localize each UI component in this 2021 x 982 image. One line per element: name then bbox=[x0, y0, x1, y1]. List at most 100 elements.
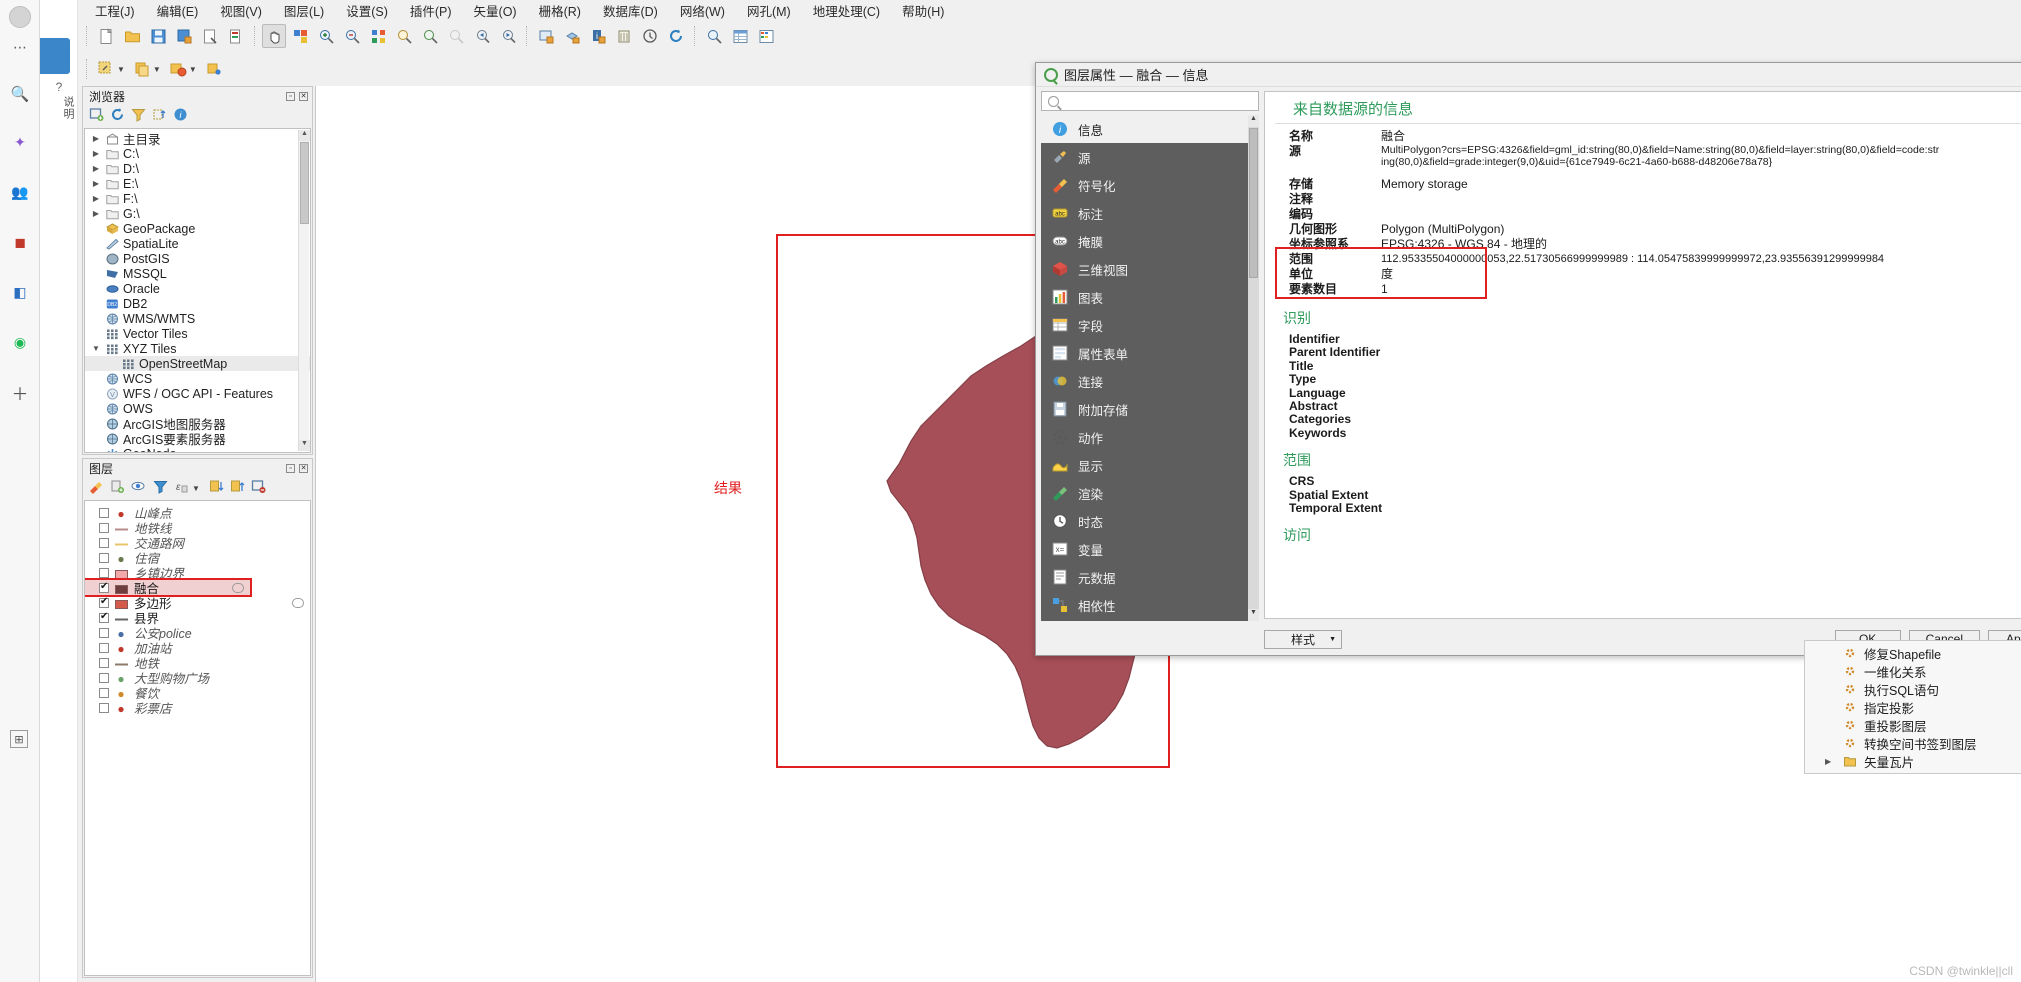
layer-row-1[interactable]: 地铁线 bbox=[85, 520, 310, 536]
layer-visibility-checkbox[interactable] bbox=[99, 596, 109, 608]
menu-project[interactable]: 工程(J) bbox=[84, 0, 146, 22]
chevron-down-icon-2[interactable]: ▼ bbox=[153, 65, 161, 74]
statistical-summary-icon[interactable] bbox=[754, 24, 778, 48]
layer-row-2[interactable]: 交通路网 bbox=[85, 535, 310, 551]
layers-list[interactable]: 山峰点地铁线交通路网住宿乡镇边界融合多边形县界公安police加油站地铁大型购物… bbox=[85, 501, 310, 716]
browser-item-2[interactable]: ▶ D:\ bbox=[85, 161, 310, 176]
context-menu-item-5[interactable]: 转换空间书签到图层 bbox=[1805, 734, 2021, 752]
dialog-nav-item-3[interactable]: abc 标注 bbox=[1041, 199, 1259, 227]
layer-row-6[interactable]: 多边形 bbox=[85, 595, 310, 611]
chevron-right-icon[interactable]: ▶ bbox=[91, 164, 101, 173]
chevron-down-icon-legend[interactable]: ▼ bbox=[192, 484, 200, 493]
open-attribute-table-icon[interactable] bbox=[728, 24, 752, 48]
filter-legend-by-expression-icon[interactable]: ε bbox=[174, 479, 189, 497]
layer-row-7[interactable]: 县界 bbox=[85, 610, 310, 626]
browser-scrollbar[interactable]: ▲ ▼ bbox=[298, 130, 310, 451]
browser-item-17[interactable]: ▶VWFS / OGC API - Features bbox=[85, 386, 310, 401]
layer-visibility-checkbox[interactable] bbox=[99, 702, 109, 713]
contacts-icon[interactable]: 👥 bbox=[0, 172, 40, 212]
layer-visibility-checkbox[interactable] bbox=[99, 672, 109, 683]
zoom-in-icon[interactable] bbox=[314, 24, 338, 48]
dialog-nav-item-11[interactable]: 动作 bbox=[1041, 423, 1259, 451]
layer-row-4[interactable]: 乡镇边界 bbox=[85, 565, 310, 581]
layer-visibility-checkbox[interactable] bbox=[99, 642, 109, 653]
layer-row-12[interactable]: 餐饮 bbox=[85, 685, 310, 701]
layer-row-8[interactable]: 公安police bbox=[85, 625, 310, 641]
layer-row-13[interactable]: 彩票店 bbox=[85, 700, 310, 716]
identify-features-icon[interactable]: i bbox=[586, 24, 610, 48]
zoom-next-icon[interactable] bbox=[496, 24, 520, 48]
manage-visibility-icon[interactable] bbox=[131, 479, 147, 497]
search-input[interactable] bbox=[1065, 93, 1245, 109]
user-avatar[interactable] bbox=[0, 0, 40, 34]
browser-item-0[interactable]: ▶ 主目录 bbox=[85, 131, 310, 147]
open-layer-styling-icon[interactable] bbox=[89, 479, 104, 497]
chevron-down-icon[interactable]: ▼ bbox=[91, 344, 101, 353]
context-menu-item-3[interactable]: 指定投影 bbox=[1805, 698, 2021, 716]
context-menu-item-0[interactable]: 修复Shapefile bbox=[1805, 644, 2021, 662]
browser-item-3[interactable]: ▶ E:\ bbox=[85, 176, 310, 191]
pan-map-icon[interactable] bbox=[262, 24, 286, 48]
menu-processing[interactable]: 地理处理(C) bbox=[802, 0, 891, 22]
browser-item-7[interactable]: ▶SpatiaLite bbox=[85, 236, 310, 251]
new-shapefile-layer-icon[interactable] bbox=[94, 57, 118, 81]
outlook-icon[interactable]: ◧ bbox=[0, 272, 40, 312]
zoom-to-layer-icon[interactable] bbox=[418, 24, 442, 48]
browser-panel-float-button[interactable]: ▫ bbox=[286, 91, 295, 101]
context-menu-item-4[interactable]: 重投影图层 bbox=[1805, 716, 2021, 734]
side-tab-accent[interactable] bbox=[40, 38, 70, 74]
sparkle-icon[interactable]: ✦ bbox=[0, 122, 40, 162]
dialog-nav-item-15[interactable]: x= 变量 bbox=[1041, 535, 1259, 563]
menu-mesh[interactable]: 网孔(M) bbox=[736, 0, 802, 22]
browser-item-10[interactable]: ▶Oracle bbox=[85, 281, 310, 296]
chevron-right-icon[interactable]: ▶ bbox=[91, 209, 101, 218]
browser-item-13[interactable]: ▶Vector Tiles bbox=[85, 326, 310, 341]
refresh-map-icon[interactable] bbox=[664, 24, 688, 48]
add-icon[interactable]: ＋ bbox=[0, 372, 40, 412]
browser-item-1[interactable]: ▶ C:\ bbox=[85, 146, 310, 161]
dialog-search-box[interactable] bbox=[1041, 91, 1259, 111]
dialog-nav-item-9[interactable]: 连接 bbox=[1041, 367, 1259, 395]
duplicate-layer-icon[interactable] bbox=[130, 57, 154, 81]
browser-item-16[interactable]: ▶WCS bbox=[85, 371, 310, 386]
music-icon[interactable]: ◉ bbox=[0, 322, 40, 362]
select-features-icon[interactable] bbox=[702, 24, 726, 48]
chevron-right-icon[interactable]: ▶ bbox=[91, 134, 101, 143]
chevron-right-icon[interactable]: ▶ bbox=[91, 179, 101, 188]
layer-visibility-checkbox[interactable] bbox=[99, 657, 109, 668]
menu-raster[interactable]: 栅格(R) bbox=[528, 0, 592, 22]
dialog-nav-item-13[interactable]: 渲染 bbox=[1041, 479, 1259, 507]
browser-item-8[interactable]: ▶PostGIS bbox=[85, 251, 310, 266]
layer-visibility-checkbox[interactable] bbox=[99, 522, 109, 533]
office-icon[interactable]: ◼ bbox=[0, 222, 40, 262]
zoom-full-icon[interactable] bbox=[366, 24, 390, 48]
zoom-to-native-icon[interactable] bbox=[444, 24, 468, 48]
new-project-icon[interactable] bbox=[94, 24, 118, 48]
layer-row-0[interactable]: 山峰点 bbox=[85, 505, 310, 521]
zoom-out-icon[interactable] bbox=[340, 24, 364, 48]
collapse-all-icon[interactable] bbox=[152, 107, 167, 125]
refresh-icon[interactable] bbox=[110, 107, 125, 125]
browser-item-14[interactable]: ▼ XYZ Tiles bbox=[85, 341, 310, 356]
dialog-nav-item-12[interactable]: 显示 bbox=[1041, 451, 1259, 479]
expand-all-icon[interactable] bbox=[209, 479, 224, 497]
layer-row-3[interactable]: 住宿 bbox=[85, 550, 310, 566]
menu-edit[interactable]: 编辑(E) bbox=[146, 0, 210, 22]
filter-legend-icon[interactable] bbox=[153, 479, 168, 497]
remove-layer-icon[interactable] bbox=[251, 479, 266, 497]
browser-item-12[interactable]: ▶WMS/WMTS bbox=[85, 311, 310, 326]
menu-database[interactable]: 数据库(D) bbox=[592, 0, 669, 22]
map-tips-icon[interactable] bbox=[638, 24, 662, 48]
browser-item-4[interactable]: ▶ F:\ bbox=[85, 191, 310, 206]
add-selected-layers-icon[interactable] bbox=[89, 107, 104, 125]
dialog-nav-item-6[interactable]: 图表 bbox=[1041, 283, 1259, 311]
browser-item-9[interactable]: ▶MSSQL bbox=[85, 266, 310, 281]
new-3d-map-view-icon[interactable] bbox=[560, 24, 584, 48]
menu-vector[interactable]: 矢量(O) bbox=[463, 0, 528, 22]
filter-browser-icon[interactable] bbox=[131, 107, 146, 125]
context-menu-item-6[interactable]: ▶ 矢量瓦片 bbox=[1805, 752, 2021, 770]
layout-manager-icon[interactable] bbox=[224, 24, 248, 48]
layer-visibility-checkbox[interactable] bbox=[99, 552, 109, 563]
browser-item-6[interactable]: ▶GeoPackage bbox=[85, 221, 310, 236]
menu-plugins[interactable]: 插件(P) bbox=[399, 0, 463, 22]
